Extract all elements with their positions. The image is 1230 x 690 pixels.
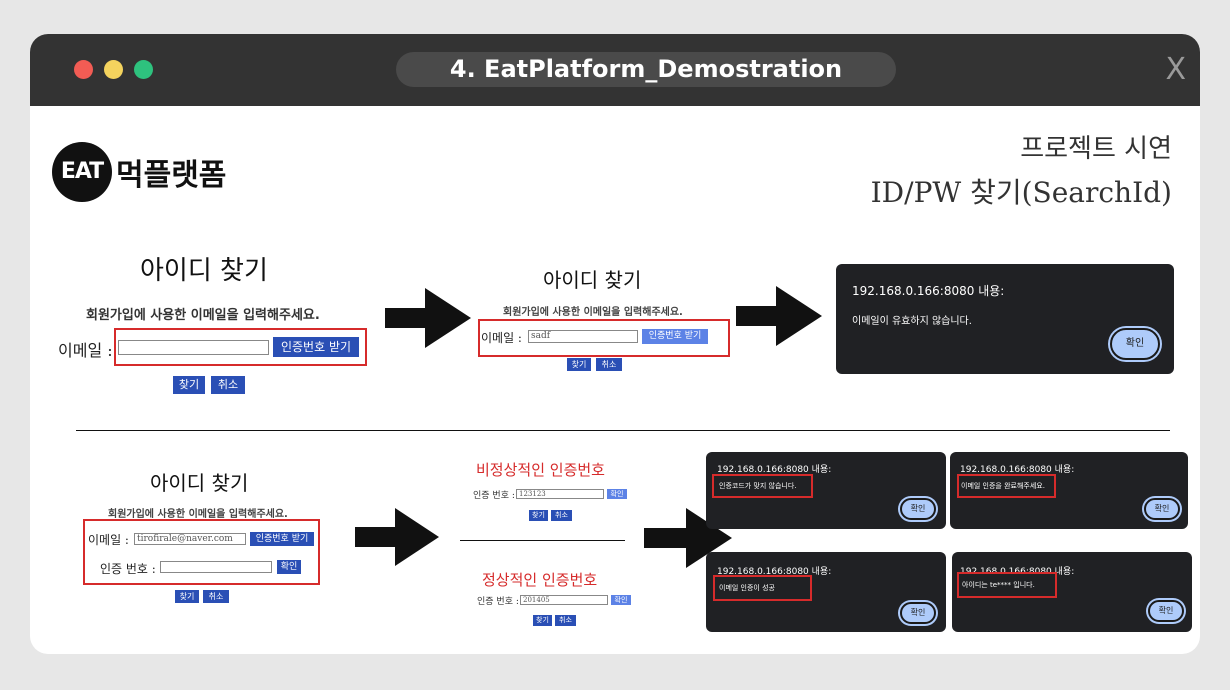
title-bar: 4. EatPlatform_Demostration X [30, 34, 1200, 106]
arrow-right-icon [355, 508, 439, 566]
email-label: 이메일 : [481, 331, 522, 345]
send-code-button[interactable]: 인증번호 받기 [273, 337, 359, 357]
confirm-button[interactable]: 확인 [607, 489, 627, 499]
alert-ok-button[interactable]: 확인 [1144, 498, 1180, 520]
code-label: 인증 번호 : [477, 597, 519, 607]
valid-code-panel: 정상적인 인증번호 인증 번호 : 201405 확인 찾기 취소 [30, 106, 631, 626]
alert-ok-button[interactable]: 확인 [900, 602, 936, 624]
send-code-button[interactable]: 인증번호 받기 [250, 532, 314, 546]
email-input[interactable]: tirofirale@naver.com [134, 533, 246, 545]
heading-line-2: ID/PW 찾기(SearchId) [870, 176, 1172, 209]
alert-ok-button[interactable]: 확인 [900, 498, 936, 520]
alert-dialog-2: 192.168.0.166:8080 내용: 이메일 인증을 완료해주세요. 확… [950, 452, 1188, 529]
find-button[interactable]: 찾기 [175, 590, 199, 603]
invalid-code-title: 비정상적인 인증번호 [476, 461, 605, 479]
cancel-button[interactable]: 취소 [555, 615, 576, 626]
code-label: 인증 번호 : [473, 491, 515, 501]
alert-ok-button[interactable]: 확인 [1148, 600, 1184, 622]
cancel-button[interactable]: 취소 [551, 510, 572, 521]
find-id-form-initial: 아이디 찾기 회원가입에 사용한 이메일을 입력해주세요. 이메일 : 인증번호… [30, 106, 390, 406]
find-button[interactable]: 찾기 [173, 376, 205, 394]
maximize-window-dot[interactable] [134, 60, 153, 79]
code-input[interactable]: 201405 [520, 595, 608, 605]
confirm-button[interactable]: 확인 [277, 560, 301, 574]
form-description: 회원가입에 사용한 이메일을 입력해주세요. [503, 307, 683, 318]
form-title: 아이디 찾기 [140, 256, 268, 286]
alert-message: 이메일 인증이 성공 [719, 584, 775, 592]
alert-origin: 192.168.0.166:8080 내용: [852, 284, 1005, 298]
alert-message: 인증코드가 맞지 않습니다. [719, 482, 797, 490]
arrow-right-icon [385, 288, 471, 348]
email-label: 이메일 : [58, 341, 113, 360]
window-title: 4. EatPlatform_Demostration [396, 52, 896, 87]
heading-line-1: 프로젝트 시연 [1020, 134, 1172, 164]
confirm-button[interactable]: 확인 [611, 595, 631, 605]
valid-code-title: 정상적인 인증번호 [482, 571, 598, 589]
slide-content: EAT 먹플랫폼 프로젝트 시연 ID/PW 찾기(SearchId) 아이디 … [30, 106, 1200, 654]
find-button[interactable]: 찾기 [567, 358, 591, 371]
close-window-dot[interactable] [74, 60, 93, 79]
alert-message: 아이디는 te**** 입니다. [962, 581, 1035, 589]
alert-message: 이메일이 유효하지 않습니다. [852, 316, 972, 327]
alert-dialog: 192.168.0.166:8080 내용: 이메일이 유효하지 않습니다. 확… [836, 264, 1174, 374]
alert-ok-button[interactable]: 확인 [1110, 328, 1160, 360]
cancel-button[interactable]: 취소 [596, 358, 622, 371]
form-description: 회원가입에 사용한 이메일을 입력해주세요. [108, 509, 288, 520]
alert-dialog-3: 192.168.0.166:8080 내용: 이메일 인증이 성공 확인 [706, 552, 946, 632]
close-icon[interactable]: X [1165, 50, 1186, 90]
find-button[interactable]: 찾기 [533, 615, 552, 626]
code-input[interactable]: 123123 [516, 489, 604, 499]
panel-divider [460, 540, 625, 541]
form-title: 아이디 찾기 [150, 471, 249, 495]
find-button[interactable]: 찾기 [529, 510, 548, 521]
minimize-window-dot[interactable] [104, 60, 123, 79]
presentation-window: 4. EatPlatform_Demostration X EAT 먹플랫폼 프… [30, 34, 1200, 654]
form-description: 회원가입에 사용한 이메일을 입력해주세요. [86, 308, 320, 323]
cancel-button[interactable]: 취소 [211, 376, 245, 394]
arrow-right-icon [736, 286, 822, 346]
cancel-button[interactable]: 취소 [203, 590, 229, 603]
email-input[interactable] [118, 340, 269, 355]
email-label: 이메일 : [88, 533, 129, 547]
alert-dialog-1: 192.168.0.166:8080 내용: 인증코드가 맞지 않습니다. 확인 [706, 452, 946, 529]
email-input[interactable]: sadf [528, 330, 638, 343]
slide-heading: 프로젝트 시연 ID/PW 찾기(SearchId) [871, 128, 1172, 211]
alert-dialog-4: 192.168.0.166:8080 내용: 아이디는 te**** 입니다. … [952, 552, 1192, 632]
code-input[interactable] [160, 561, 272, 573]
alert-message: 이메일 인증을 완료해주세요. [961, 482, 1045, 490]
form-title: 아이디 찾기 [543, 268, 642, 292]
section-divider [76, 430, 1170, 431]
send-code-button[interactable]: 인증번호 받기 [642, 329, 708, 344]
code-label: 인증 번호 : [100, 562, 156, 576]
